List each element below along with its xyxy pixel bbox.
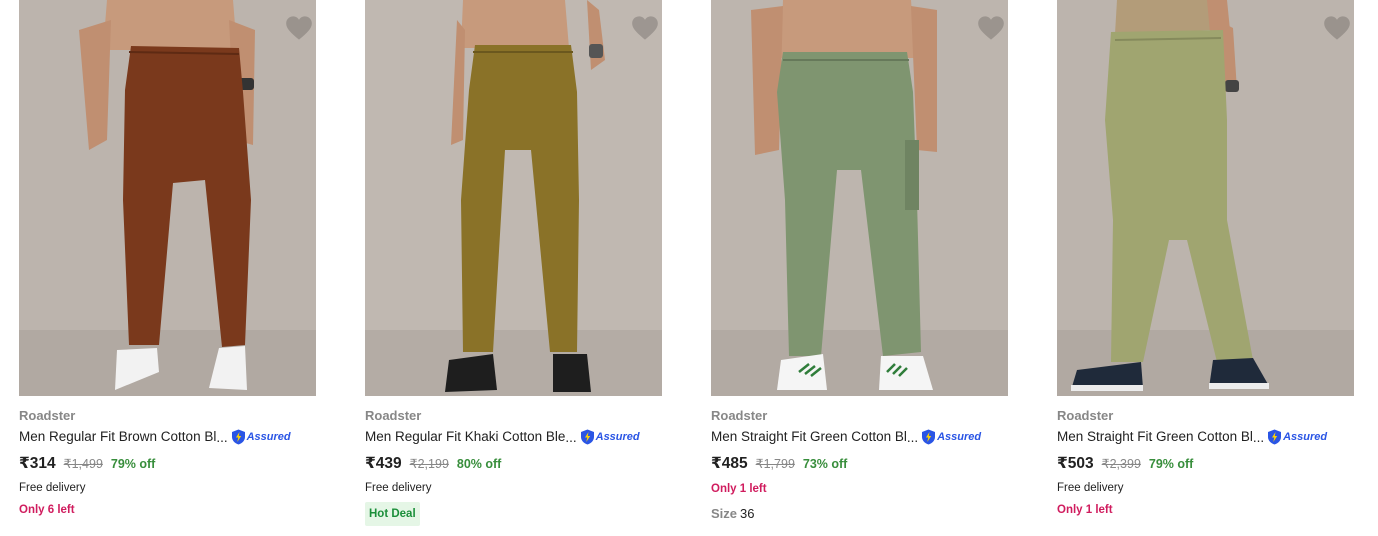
size-value: 36 bbox=[740, 506, 755, 521]
assured-badge: Assured bbox=[1267, 429, 1327, 445]
product-title[interactable]: Men Regular Fit Brown Cotton Bl bbox=[19, 428, 216, 446]
product-discount: 73% off bbox=[802, 457, 848, 471]
product-photo bbox=[1057, 0, 1354, 396]
product-mrp: ₹2,199 bbox=[409, 457, 449, 471]
stock-status: Only 6 left bbox=[19, 504, 75, 516]
heart-icon bbox=[1324, 16, 1350, 40]
hot-deal-badge: Hot Deal bbox=[365, 502, 420, 526]
assured-label: Assured bbox=[1283, 431, 1328, 443]
shield-icon bbox=[1268, 429, 1282, 445]
wishlist-button[interactable] bbox=[1320, 12, 1354, 44]
wishlist-button[interactable] bbox=[282, 12, 316, 44]
size-label: Size bbox=[711, 506, 738, 521]
title-ellipsis: ... bbox=[906, 429, 919, 445]
product-photo bbox=[711, 0, 1008, 396]
product-title[interactable]: Men Straight Fit Green Cotton Bl bbox=[711, 428, 907, 446]
heart-icon bbox=[978, 16, 1004, 40]
product-photo bbox=[365, 0, 662, 396]
product-price: ₹503 bbox=[1057, 455, 1094, 472]
wishlist-button[interactable] bbox=[628, 12, 662, 44]
product-discount: 79% off bbox=[110, 457, 156, 471]
product-brand: Roadster bbox=[711, 408, 768, 423]
product-mrp: ₹2,399 bbox=[1101, 457, 1141, 471]
product-brand: Roadster bbox=[1057, 408, 1114, 423]
heart-icon bbox=[632, 16, 658, 40]
product-image[interactable] bbox=[365, 0, 662, 396]
product-title[interactable]: Men Regular Fit Khaki Cotton Ble bbox=[365, 428, 565, 446]
product-card[interactable]: Roadster Men Regular Fit Khaki Cotton Bl… bbox=[365, 0, 662, 526]
stock-status: Only 1 left bbox=[1057, 504, 1113, 516]
title-ellipsis: ... bbox=[565, 429, 577, 445]
product-brand: Roadster bbox=[365, 408, 422, 423]
product-card[interactable]: Roadster Men Straight Fit Green Cotton B… bbox=[711, 0, 1008, 522]
product-title[interactable]: Men Straight Fit Green Cotton Bl bbox=[1057, 428, 1253, 446]
assured-badge: Assured bbox=[231, 429, 291, 445]
product-photo bbox=[19, 0, 316, 396]
assured-badge: Assured bbox=[580, 429, 640, 445]
product-card[interactable]: Roadster Men Regular Fit Brown Cotton Bl… bbox=[19, 0, 316, 518]
shield-icon bbox=[231, 429, 245, 445]
heart-icon bbox=[286, 16, 312, 40]
stock-status: Only 1 left bbox=[711, 483, 767, 495]
product-mrp: ₹1,799 bbox=[755, 457, 795, 471]
assured-label: Assured bbox=[937, 431, 982, 443]
assured-label: Assured bbox=[595, 431, 640, 443]
product-brand: Roadster bbox=[19, 408, 76, 423]
delivery-info: Free delivery bbox=[19, 482, 86, 494]
product-image[interactable] bbox=[19, 0, 316, 396]
assured-badge: Assured bbox=[921, 429, 981, 445]
product-mrp: ₹1,499 bbox=[63, 457, 103, 471]
product-price: ₹485 bbox=[711, 455, 748, 472]
wishlist-button[interactable] bbox=[974, 12, 1008, 44]
product-discount: 80% off bbox=[456, 457, 502, 471]
delivery-info: Free delivery bbox=[1057, 482, 1124, 494]
product-price: ₹439 bbox=[365, 455, 402, 472]
product-image[interactable] bbox=[1057, 0, 1354, 396]
product-discount: 79% off bbox=[1148, 457, 1194, 471]
shield-icon bbox=[922, 429, 936, 445]
shield-icon bbox=[580, 429, 594, 445]
title-ellipsis: ... bbox=[1252, 429, 1265, 445]
delivery-info: Free delivery bbox=[365, 482, 432, 494]
title-ellipsis: ... bbox=[216, 429, 228, 445]
product-image[interactable] bbox=[711, 0, 1008, 396]
size-info: Size 36 bbox=[711, 506, 1008, 522]
assured-label: Assured bbox=[246, 431, 291, 443]
product-price: ₹314 bbox=[19, 455, 56, 472]
product-card[interactable]: Roadster Men Straight Fit Green Cotton B… bbox=[1057, 0, 1354, 518]
